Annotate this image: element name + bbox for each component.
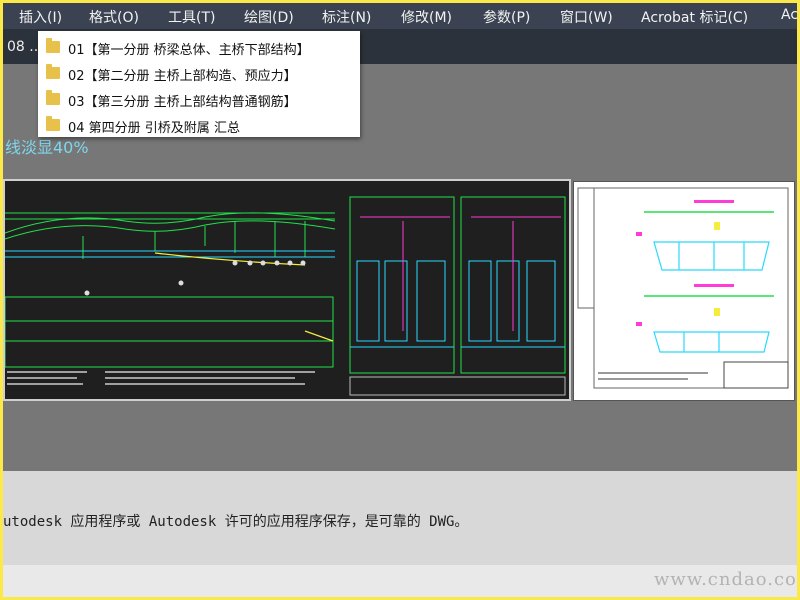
menu-bar: 插入(I) 格式(O) 工具(T) 绘图(D) 标注(N) 修改(M) 参数(P… [3, 3, 797, 29]
dropdown-item-label: 01【第一分册 桥梁总体、主桥下部结构】 [68, 43, 310, 58]
drawing-viewport-left[interactable] [3, 179, 571, 401]
folder-icon [46, 90, 60, 105]
menu-dimension[interactable]: 标注(N) [322, 7, 371, 27]
dropdown-item-label: 03【第三分册 主桥上部结构普通钢筋】 [68, 95, 297, 110]
dropdown-item-02[interactable]: 02【第二分册 主桥上部构造、预应力】 [46, 64, 356, 86]
menu-window[interactable]: 窗口(W) [560, 7, 613, 27]
recent-files-dropdown: 01【第一分册 桥梁总体、主桥下部结构】 02【第二分册 主桥上部构造、预应力】… [38, 31, 360, 137]
menu-draw[interactable]: 绘图(D) [244, 7, 294, 27]
menu-format[interactable]: 格式(O) [89, 7, 139, 27]
command-output-text: utodesk 应用程序或 Autodesk 许可的应用程序保存，是可靠的 DW… [3, 514, 469, 530]
layout-sheet [577, 187, 789, 389]
model-space-area[interactable] [3, 401, 797, 471]
command-history: utodesk 应用程序或 Autodesk 许可的应用程序保存，是可靠的 DW… [3, 471, 797, 565]
menu-acrobat[interactable]: Acrobat 标记(C) [641, 7, 748, 27]
app-window: 插入(I) 格式(O) 工具(T) 绘图(D) 标注(N) 修改(M) 参数(P… [3, 3, 797, 597]
dropdown-item-label: 02【第二分册 主桥上部构造、预应力】 [68, 69, 297, 84]
folder-icon [46, 116, 60, 131]
menu-parametric[interactable]: 参数(P) [483, 7, 530, 27]
bridge-drawing [4, 196, 566, 396]
status-bar: www.cndao.com [3, 565, 797, 597]
menu-tools[interactable]: 工具(T) [168, 7, 215, 27]
dropdown-item-04[interactable]: 04 第四分册 引桥及附属 汇总 [46, 116, 356, 138]
menu-overflow[interactable]: Ac [781, 7, 797, 23]
dropdown-item-label: 04 第四分册 引桥及附属 汇总 [68, 121, 240, 136]
menu-insert[interactable]: 插入(I) [19, 7, 62, 27]
folder-icon [46, 64, 60, 79]
folder-icon [46, 38, 60, 53]
menu-modify[interactable]: 修改(M) [401, 7, 452, 27]
drawing-viewport-right[interactable] [573, 181, 795, 401]
dropdown-item-03[interactable]: 03【第三分册 主桥上部结构普通钢筋】 [46, 90, 356, 112]
dropdown-item-01[interactable]: 01【第一分册 桥梁总体、主桥下部结构】 [46, 38, 356, 60]
watermark-text: www.cndao.com [654, 569, 797, 590]
